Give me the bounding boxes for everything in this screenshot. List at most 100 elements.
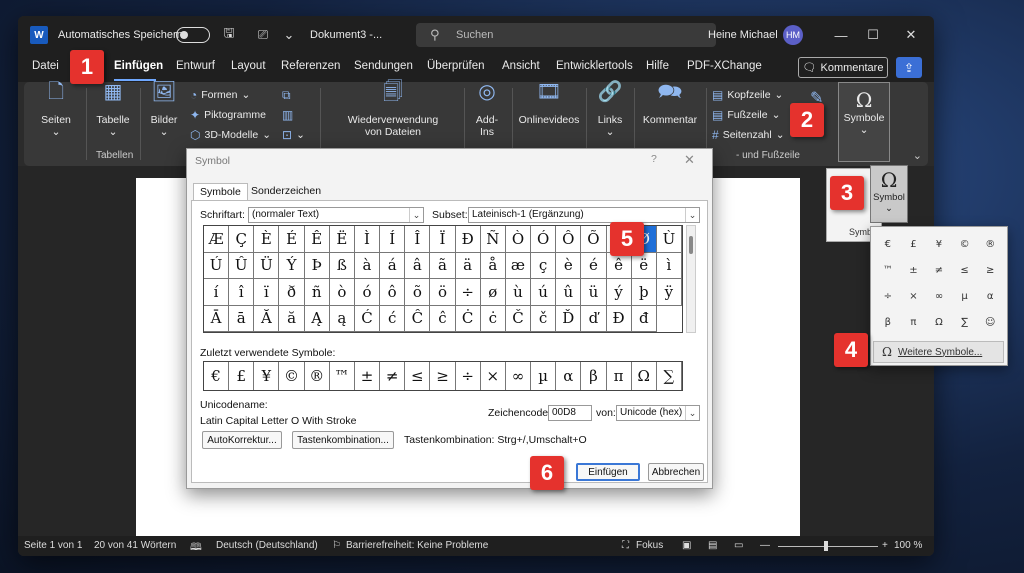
symbol-cell[interactable]: ó — [354, 279, 381, 306]
symbol-cell[interactable]: Û — [229, 252, 255, 279]
web-layout-icon[interactable]: ▭ — [734, 540, 743, 551]
tab-layout[interactable]: Layout — [231, 60, 266, 72]
symbol-cell[interactable]: ċ — [480, 305, 506, 332]
symbol-dropdown-button[interactable]: Ω Symbol ⌄ — [870, 165, 908, 223]
symbol-cell[interactable]: é — [581, 252, 607, 279]
einfuegen-button[interactable]: Einfügen — [576, 463, 640, 481]
symbol-cell[interactable]: à — [354, 252, 381, 279]
minimize-icon[interactable]: — — [826, 16, 856, 54]
flyout-symbol-cell[interactable]: Ω — [926, 309, 952, 335]
formen-button[interactable]: ◔ Formen ⌄ — [190, 88, 250, 102]
share-button[interactable]: ⇪ — [896, 57, 922, 78]
tab-einfuegen[interactable]: Einfügen — [114, 60, 163, 72]
flyout-symbol-cell[interactable]: ™ — [875, 257, 901, 283]
flyout-symbol-cell[interactable]: ☺ — [977, 309, 1003, 335]
dialog-close-icon[interactable]: ✕ — [684, 152, 695, 168]
symbol-cell[interactable]: ä — [455, 252, 481, 279]
symbole-button[interactable]: Ω Symbole ⌄ — [838, 82, 890, 162]
seitenzahl-button[interactable]: # Seitenzahl ⌄ — [712, 128, 785, 142]
tab-referenzen[interactable]: Referenzen — [281, 60, 340, 72]
piktogramme-button[interactable]: ✦ Piktogramme — [190, 108, 266, 122]
tab-sonderzeichen[interactable]: Sonderzeichen — [245, 183, 327, 201]
autosave-toggle[interactable] — [176, 27, 210, 43]
symbol-cell[interactable]: í — [204, 279, 230, 306]
comments-button[interactable]: 🗨 Kommentare — [798, 57, 888, 78]
symbol-cell[interactable]: Ü — [254, 252, 280, 279]
recent-symbol-cell[interactable]: Ω — [632, 362, 657, 390]
focus-icon[interactable]: ⛶ — [622, 540, 629, 551]
symbol-cell[interactable]: đ — [631, 305, 657, 332]
fusszeile-button[interactable]: ▤ Fußzeile ⌄ — [712, 108, 780, 122]
symbol-cell[interactable]: È — [254, 226, 280, 253]
user-name[interactable]: Heine Michael — [708, 16, 778, 54]
maximize-icon[interactable]: ☐ — [858, 16, 888, 54]
symbol-cell[interactable]: č — [531, 305, 557, 332]
recent-symbol-cell[interactable]: µ — [531, 362, 557, 390]
recent-symbol-cell[interactable]: ≥ — [430, 362, 456, 390]
help-button[interactable]: ? — [651, 153, 657, 165]
recent-symbol-cell[interactable]: ¥ — [254, 362, 280, 390]
recent-symbol-cell[interactable]: £ — [229, 362, 255, 390]
symbol-cell[interactable]: Č — [505, 305, 532, 332]
tab-symbole[interactable]: Symbole — [193, 183, 248, 201]
ribbon-collapse-icon[interactable]: ⌄ — [913, 149, 922, 162]
symbol-grid-scrollbar[interactable] — [686, 225, 696, 333]
scrollbar-thumb[interactable] — [689, 236, 693, 254]
recent-symbol-cell[interactable]: π — [607, 362, 632, 390]
3d-modelle-button[interactable]: ⬡ 3D-Modelle ⌄ — [190, 128, 271, 142]
flyout-symbol-cell[interactable]: ¥ — [926, 231, 952, 257]
symbol-cell[interactable]: Ĉ — [405, 305, 431, 332]
symbol-cell[interactable]: Ð — [455, 226, 481, 253]
symbol-cell[interactable]: ā — [229, 305, 255, 332]
tastenkombination-button[interactable]: Tastenkombination... — [292, 431, 394, 449]
proofing-icon[interactable]: 🕮 — [190, 540, 202, 556]
symbol-cell[interactable]: Í — [380, 226, 406, 253]
tab-sendungen[interactable]: Sendungen — [354, 60, 413, 72]
recent-symbol-cell[interactable]: α — [556, 362, 582, 390]
tab-datei[interactable]: Datei — [32, 60, 59, 72]
symbol-cell[interactable]: Ă — [254, 305, 280, 332]
kommentar-button[interactable]: 🗪 Kommentar — [638, 82, 702, 126]
tab-entwurf[interactable]: Entwurf — [176, 60, 215, 72]
symbol-cell[interactable]: ç — [531, 252, 557, 279]
flyout-symbol-cell[interactable]: π — [901, 309, 927, 335]
symbol-cell[interactable]: ô — [380, 279, 406, 306]
symbol-cell[interactable]: Ô — [556, 226, 582, 253]
flyout-symbol-cell[interactable]: α — [977, 283, 1003, 309]
recent-symbol-cell[interactable]: ± — [355, 362, 381, 390]
symbol-cell[interactable]: ã — [430, 252, 456, 279]
symbol-cell[interactable]: ð — [279, 279, 305, 306]
symbol-cell[interactable]: Ú — [204, 252, 230, 279]
symbol-cell[interactable]: ÿ — [656, 279, 682, 306]
symbol-cell[interactable]: ù — [505, 279, 532, 306]
symbol-cell[interactable]: ê — [606, 252, 632, 279]
avatar[interactable]: HM — [783, 25, 803, 45]
save-icon[interactable]: 🖫 — [220, 16, 238, 54]
symbol-cell[interactable]: ÷ — [455, 279, 481, 306]
tab-ueberpruefen[interactable]: Überprüfen — [427, 60, 485, 72]
symbol-cell[interactable]: ë — [631, 252, 657, 279]
symbol-cell[interactable]: ì — [656, 252, 682, 279]
symbol-cell[interactable]: ö — [430, 279, 456, 306]
symbol-cell[interactable]: ă — [279, 305, 305, 332]
status-language[interactable]: Deutsch (Deutschland) — [216, 540, 318, 551]
recent-symbol-cell[interactable]: ∞ — [506, 362, 532, 390]
symbol-cell[interactable]: Ą — [304, 305, 330, 332]
tab-hilfe[interactable]: Hilfe — [646, 60, 669, 72]
recent-symbol-cell[interactable]: × — [481, 362, 506, 390]
document-title[interactable]: Dokument3 -... — [310, 16, 382, 54]
symbol-cell[interactable]: Ď — [556, 305, 582, 332]
symbol-cell[interactable]: ď — [581, 305, 607, 332]
recent-symbol-cell[interactable]: ÷ — [456, 362, 481, 390]
close-icon[interactable]: ✕ — [896, 16, 926, 54]
chart-icon[interactable]: ▥ — [282, 108, 293, 122]
symbol-cell[interactable]: Ò — [505, 226, 532, 253]
recent-symbol-cell[interactable]: ™ — [330, 362, 355, 390]
symbol-cell[interactable]: è — [556, 252, 582, 279]
flyout-symbol-cell[interactable]: ≠ — [926, 257, 952, 283]
autokorrektur-button[interactable]: AutoKorrektur... — [202, 431, 282, 449]
symbol-cell[interactable]: Ó — [531, 226, 557, 253]
symbol-cell[interactable]: ø — [480, 279, 506, 306]
monitor-icon[interactable]: ⎚ — [254, 16, 272, 54]
flyout-symbol-cell[interactable]: ® — [977, 231, 1003, 257]
